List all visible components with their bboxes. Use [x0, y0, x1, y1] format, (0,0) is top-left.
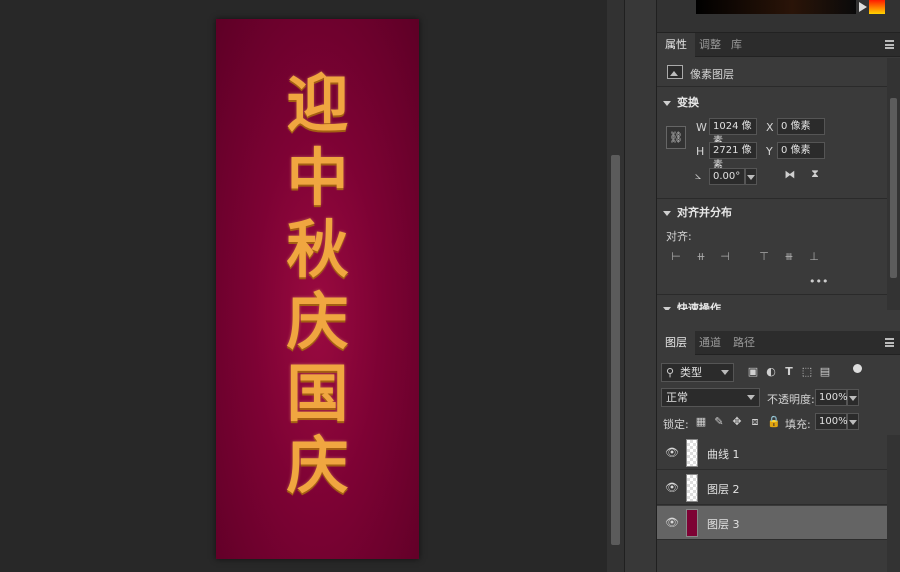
eye-icon[interactable]: 👁 [665, 517, 679, 529]
flip-horizontal-icon[interactable]: ⧓ [783, 168, 797, 181]
color-spectrum[interactable] [696, 0, 856, 14]
angle-dropdown[interactable] [745, 168, 757, 185]
layer-filter-select[interactable]: ⚲ 类型 [661, 363, 734, 382]
fill-field[interactable]: 100% [815, 413, 848, 430]
eye-icon[interactable]: 👁 [665, 447, 679, 459]
transform-section-header[interactable]: 变换 [663, 94, 699, 110]
layer-row[interactable]: 👁 图层 3 [657, 506, 887, 540]
x-field[interactable]: 0 像素 [777, 118, 825, 135]
artboard[interactable]: 迎 中 秋 庆 国 庆 [216, 19, 419, 559]
tab-properties[interactable]: 属性 [657, 33, 695, 57]
fill-dropdown[interactable] [847, 413, 859, 430]
chevron-down-icon [663, 210, 671, 216]
y-label: Y [766, 145, 773, 158]
height-label: H [696, 145, 705, 158]
panel-menu-icon[interactable] [885, 338, 894, 347]
scrollbar-thumb[interactable] [890, 98, 897, 278]
properties-body: 像素图层 变换 ⛓ W 1024 像素 X 0 像素 H 2721 像素 Y 0… [657, 58, 900, 310]
lock-image-icon[interactable]: ✎ [713, 415, 725, 428]
color-swatch[interactable] [869, 0, 885, 14]
lock-position-icon[interactable]: ✥ [731, 415, 743, 428]
tab-paths[interactable]: 路径 [725, 331, 763, 355]
align-right-icon[interactable]: ⊣ [719, 251, 731, 263]
width-field[interactable]: 1024 像素 [709, 118, 757, 147]
y-field[interactable]: 0 像素 [777, 142, 825, 159]
artboard-glyph: 迎 [286, 67, 349, 140]
align-center-h-icon[interactable]: ⧺ [695, 251, 707, 263]
tab-libraries[interactable]: 库 [723, 33, 750, 57]
align-section-header[interactable]: 对齐并分布 [663, 204, 732, 220]
chevron-down-icon [663, 100, 671, 106]
layer-row[interactable]: 👁 图层 2 [657, 471, 887, 505]
filter-smart-object-icon[interactable]: ▤ [819, 365, 831, 378]
color-panel [657, 0, 900, 33]
align-middle-v-icon[interactable]: ⧻ [783, 251, 795, 263]
filter-adjustment-icon[interactable]: ◐ [765, 365, 777, 378]
opacity-field[interactable]: 100% [815, 389, 848, 406]
layers-tabbar: 图层 通道 路径 [657, 331, 900, 355]
artboard-glyph: 国 [286, 357, 349, 430]
lock-all-icon[interactable]: 🔒 [767, 415, 781, 428]
filter-type-icon[interactable]: T [783, 365, 795, 378]
chevron-down-icon [721, 370, 729, 375]
scrollbar-thumb[interactable] [611, 155, 620, 545]
properties-tabbar: 属性 调整 库 [657, 33, 900, 57]
lock-transparent-icon[interactable]: ▦ [695, 415, 707, 428]
layer-thumbnail [686, 509, 698, 537]
angle-field[interactable]: 0.00° [709, 168, 745, 185]
width-label: W [696, 121, 707, 134]
divider [657, 294, 887, 295]
link-icon[interactable]: ⛓ [666, 126, 686, 149]
divider [657, 86, 887, 87]
pixel-layer-icon [667, 65, 683, 79]
layers-body: ⚲ 类型 ▣ ◐ T ⬚ ▤ 正常 不透明度: 100% 锁定: ▦ ✎ ✥ ⧈… [657, 355, 900, 572]
layer-name[interactable]: 图层 2 [707, 481, 740, 497]
artboard-glyph: 庆 [286, 429, 349, 502]
opacity-label: 不透明度: [767, 393, 815, 406]
artboard-glyph: 庆 [286, 285, 349, 358]
height-field[interactable]: 2721 像素 [709, 142, 757, 171]
canvas-vertical-scrollbar[interactable] [607, 0, 624, 572]
layer-name[interactable]: 图层 3 [707, 516, 740, 532]
layer-thumbnail [686, 474, 698, 502]
layers-scrollbar[interactable] [887, 435, 900, 572]
tab-layers[interactable]: 图层 [657, 331, 695, 355]
eye-icon[interactable]: 👁 [665, 482, 679, 494]
chevron-down-icon [663, 306, 671, 310]
artboard-glyph: 秋 [286, 213, 349, 286]
filter-toggle-icon[interactable] [853, 364, 862, 373]
blend-mode-select[interactable]: 正常 [661, 388, 760, 407]
panel-menu-icon[interactable] [885, 40, 894, 49]
layer-kind-label: 像素图层 [690, 68, 734, 81]
divider [657, 198, 887, 199]
angle-icon: ⦣ [694, 169, 702, 182]
align-top-icon[interactable]: ⊤ [758, 251, 770, 263]
tab-channels[interactable]: 通道 [691, 331, 729, 355]
filter-pixel-icon[interactable]: ▣ [747, 365, 759, 378]
flip-vertical-icon[interactable]: ⧗ [808, 167, 822, 181]
opacity-dropdown[interactable] [847, 389, 859, 406]
lock-label: 锁定: [663, 418, 689, 431]
right-panels: 属性 调整 库 像素图层 变换 ⛓ W 1024 像素 X 0 像素 H 272… [657, 0, 900, 572]
fill-label: 填充: [785, 418, 811, 431]
lock-artboard-icon[interactable]: ⧈ [749, 415, 761, 429]
play-arrow-icon[interactable] [859, 2, 867, 12]
artboard-glyph: 中 [286, 141, 349, 214]
canvas-area[interactable]: 迎 中 秋 庆 国 庆 [0, 0, 607, 572]
chevron-down-icon [747, 395, 755, 400]
quick-actions-header[interactable]: 快速操作 [663, 300, 721, 310]
align-label: 对齐: [666, 230, 692, 243]
layer-name[interactable]: 曲线 1 [707, 446, 740, 462]
align-bottom-icon[interactable]: ⊥ [808, 251, 820, 263]
filter-shape-icon[interactable]: ⬚ [801, 365, 813, 378]
x-label: X [766, 121, 774, 134]
properties-scrollbar[interactable] [887, 58, 900, 310]
more-options-icon[interactable]: ••• [809, 275, 828, 288]
search-icon: ⚲ [666, 366, 675, 379]
panel-dock-strip [624, 0, 657, 572]
layer-row[interactable]: 👁 曲线 1 [657, 436, 887, 470]
align-left-icon[interactable]: ⊢ [670, 251, 682, 263]
layer-thumbnail [686, 439, 698, 467]
